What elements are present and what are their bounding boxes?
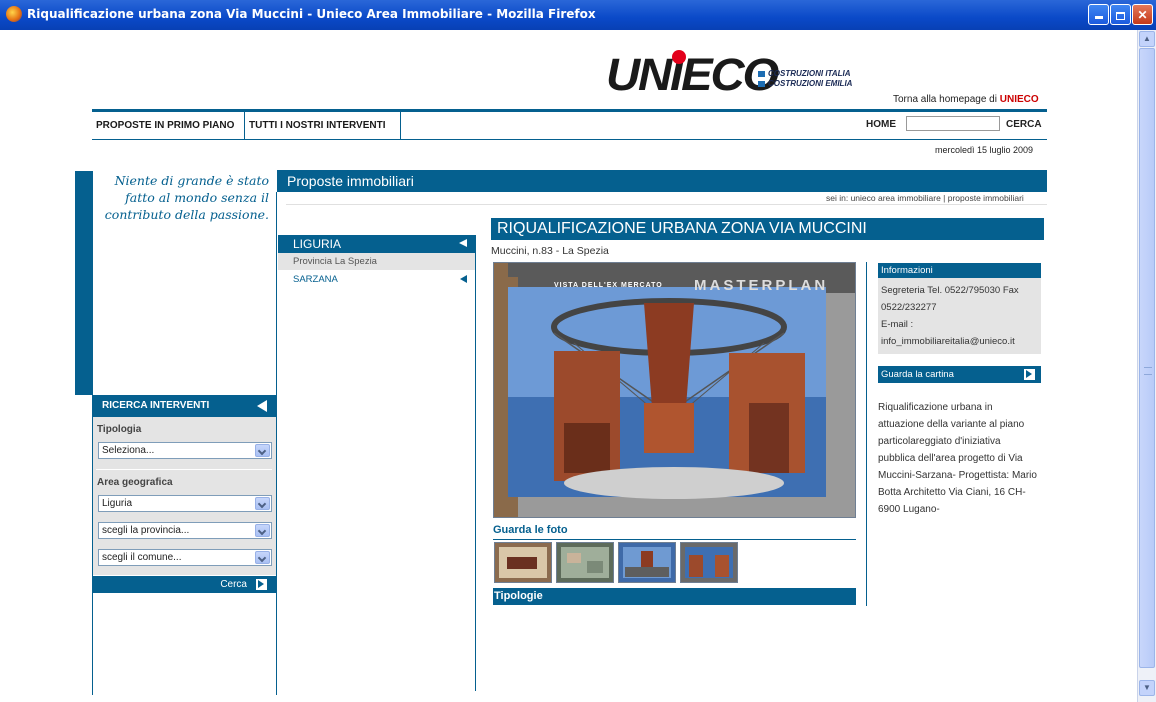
breadcrumb-divider bbox=[286, 204, 1047, 205]
regione-select-value: Liguria bbox=[102, 498, 133, 509]
town-label: SARZANA bbox=[293, 274, 338, 285]
minimize-button[interactable] bbox=[1088, 4, 1109, 25]
province-item[interactable]: Provincia La Spezia bbox=[278, 253, 476, 270]
comune-select[interactable]: scegli il comune... bbox=[98, 549, 272, 566]
page-title: Proposte immobiliari bbox=[277, 170, 1047, 192]
thumbnail-image bbox=[557, 543, 613, 582]
homepage-link-brand: UNIECO bbox=[999, 94, 1039, 105]
comune-select-value: scegli il comune... bbox=[102, 552, 182, 563]
logo-square-icon bbox=[758, 70, 765, 77]
nav-tutti-interventi[interactable]: TUTTI I NOSTRI INTERVENTI bbox=[245, 112, 401, 139]
view-map-button[interactable]: Guarda la cartina bbox=[878, 366, 1041, 383]
nav-proposte-primo-piano[interactable]: PROPOSTE IN PRIMO PIANO bbox=[92, 112, 245, 139]
regione-select[interactable]: Liguria bbox=[98, 495, 272, 512]
quote-accent-bar bbox=[75, 171, 93, 395]
vertical-scrollbar[interactable]: ▲ ▼ bbox=[1137, 30, 1156, 702]
scroll-down-arrow-icon[interactable]: ▼ bbox=[1139, 680, 1155, 696]
current-date: mercoledì 15 luglio 2009 bbox=[935, 145, 1034, 155]
info-column-border bbox=[866, 262, 867, 606]
chevron-down-icon bbox=[255, 444, 270, 457]
region-label: LIGURIA bbox=[293, 237, 342, 251]
form-divider bbox=[96, 469, 272, 470]
arrow-right-icon bbox=[256, 579, 267, 590]
middle-column-border bbox=[475, 253, 476, 691]
project-title: RIQUALIFICAZIONE URBANA ZONA VIA MUCCINI bbox=[491, 218, 1044, 240]
tipologie-header: Tipologie bbox=[493, 588, 856, 605]
thumbnail-image bbox=[495, 543, 551, 582]
close-button[interactable]: ✕ bbox=[1132, 4, 1153, 25]
minimize-icon bbox=[1094, 16, 1103, 19]
scroll-up-arrow-icon[interactable]: ▲ bbox=[1139, 31, 1155, 47]
town-item-sarzana[interactable]: SARZANA bbox=[278, 271, 476, 288]
logo-sub-italia: COSTRUZIONI ITALIA bbox=[758, 69, 851, 78]
gallery-thumbnail[interactable] bbox=[494, 542, 552, 583]
info-email[interactable]: info_immobiliareitalia@unieco.it bbox=[881, 333, 1041, 350]
tipologia-label: Tipologia bbox=[97, 424, 142, 435]
window-title: Riqualificazione urbana zona Via Muccini… bbox=[27, 7, 596, 21]
main-nav: PROPOSTE IN PRIMO PIANO TUTTI I NOSTRI I… bbox=[92, 112, 1047, 140]
firefox-icon bbox=[6, 6, 22, 22]
photo-caption-right: MASTERPLAN bbox=[694, 277, 829, 294]
thumbnail-image bbox=[681, 543, 737, 582]
arrow-left-icon bbox=[459, 239, 467, 247]
gallery-thumbnail[interactable] bbox=[556, 542, 614, 583]
provincia-select-value: scegli la provincia... bbox=[102, 525, 190, 536]
ricerca-interventi-header[interactable]: RICERCA INTERVENTI bbox=[92, 395, 277, 417]
view-map-label: Guarda la cartina bbox=[881, 369, 954, 380]
scroll-grip-icon bbox=[1144, 367, 1152, 375]
chevron-down-icon bbox=[255, 497, 270, 510]
tipologia-select-value: Seleziona... bbox=[102, 445, 155, 456]
restore-button[interactable] bbox=[1110, 4, 1131, 25]
quote-text: Niente di grande è stato fatto al mondo … bbox=[104, 173, 269, 222]
scrollbar-thumb[interactable] bbox=[1139, 48, 1155, 668]
gallery-thumbnail[interactable] bbox=[618, 542, 676, 583]
photo-caption-left: VISTA DELL'EX MERCATO bbox=[554, 282, 663, 289]
close-icon: ✕ bbox=[1137, 8, 1148, 22]
area-geografica-label: Area geografica bbox=[97, 477, 173, 488]
cerca-button[interactable]: Cerca bbox=[92, 576, 277, 593]
restore-icon bbox=[1116, 11, 1125, 20]
breadcrumb: sei in: unieco area immobiliare | propos… bbox=[826, 193, 1024, 203]
arrow-left-icon bbox=[460, 275, 467, 283]
collapse-arrow-icon bbox=[257, 400, 267, 412]
project-main-photo[interactable]: VISTA DELL'EX MERCATO MASTERPLAN bbox=[493, 262, 856, 518]
info-phone-fax: Segreteria Tel. 0522/795030 Fax 0522/232… bbox=[881, 285, 1019, 313]
project-description: Riqualificazione urbana in attuazione de… bbox=[878, 402, 1037, 515]
window-titlebar: Riqualificazione urbana zona Via Muccini… bbox=[0, 0, 1156, 30]
region-menu-liguria[interactable]: LIGURIA bbox=[278, 235, 476, 253]
logo-square-icon bbox=[758, 80, 765, 87]
homepage-link[interactable]: Torna alla homepage di UNIECO bbox=[893, 94, 1039, 105]
gallery-thumbnail[interactable] bbox=[680, 542, 738, 583]
thumbnail-image bbox=[619, 543, 675, 582]
search-input[interactable] bbox=[906, 116, 1000, 131]
ricerca-interventi-title: RICERCA INTERVENTI bbox=[102, 400, 210, 411]
home-link[interactable]: HOME bbox=[866, 119, 896, 130]
logo-red-dot-icon bbox=[672, 50, 686, 64]
info-box: Segreteria Tel. 0522/795030 Fax 0522/232… bbox=[878, 278, 1041, 354]
chevron-down-icon bbox=[255, 551, 270, 564]
gallery-label: Guarda le foto bbox=[493, 524, 568, 536]
cerca-button-label: Cerca bbox=[220, 579, 247, 590]
chevron-down-icon bbox=[255, 524, 270, 537]
sidebar-column-border bbox=[276, 192, 277, 695]
logo-wordmark: UNIECO bbox=[606, 49, 779, 100]
tipologia-select[interactable]: Seleziona... bbox=[98, 442, 272, 459]
search-button[interactable]: CERCA bbox=[1006, 119, 1042, 130]
unieco-logo[interactable]: UNIECO COSTRUZIONI ITALIA COSTRUZIONI EM… bbox=[606, 36, 852, 97]
info-title: Informazioni bbox=[878, 263, 1041, 278]
arrow-right-icon bbox=[1024, 369, 1035, 380]
masterplan-render bbox=[494, 263, 855, 517]
info-email-label: E-mail : bbox=[881, 319, 914, 330]
logo-sub-emilia: COSTRUZIONI EMILIA bbox=[758, 79, 852, 88]
provincia-select[interactable]: scegli la provincia... bbox=[98, 522, 272, 539]
gallery-divider bbox=[493, 539, 856, 540]
project-address: Muccini, n.83 - La Spezia bbox=[491, 245, 609, 257]
